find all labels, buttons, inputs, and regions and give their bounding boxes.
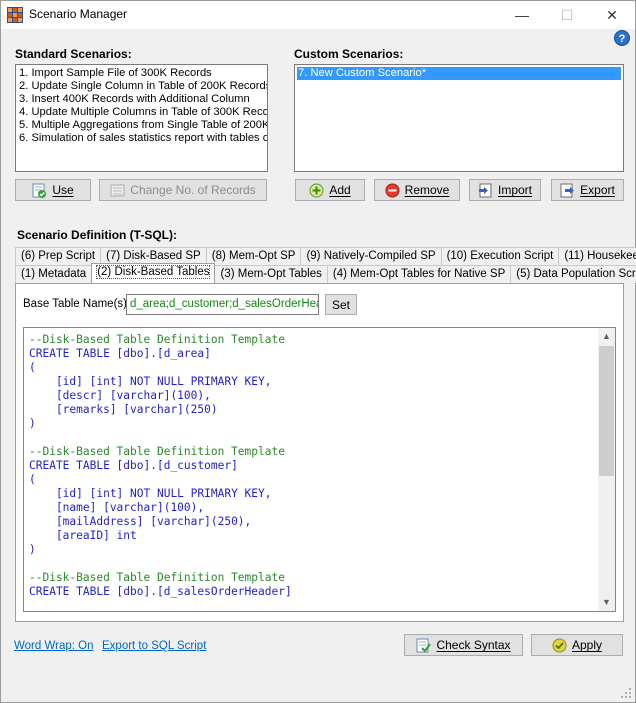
tab-disk-based-tables[interactable]: (2) Disk-Based Tables — [91, 263, 216, 283]
use-check-icon — [32, 183, 47, 198]
change-records-button[interactable]: Change No. of Records — [99, 179, 267, 201]
tab-execution-script[interactable]: (10) Execution Script — [440, 247, 560, 265]
scenario-manager-window: Scenario Manager — ☐ ✕ ? Standard Scenar… — [0, 0, 636, 703]
tab-mem-opt-sp[interactable]: (8) Mem-Opt SP — [205, 247, 302, 265]
apply-button-label: Apply — [571, 638, 603, 652]
tab-row-lower: (1) Metadata (2) Disk-Based Tables (3) M… — [15, 263, 636, 283]
resize-grip-icon[interactable] — [620, 687, 632, 699]
remove-button-label: Remove — [404, 183, 450, 197]
code-line: [name] [varchar](100), — [29, 501, 205, 514]
apply-button[interactable]: Apply — [531, 634, 623, 656]
check-syntax-button[interactable]: Check Syntax — [404, 634, 523, 656]
set-button-label: Set — [331, 297, 350, 312]
export-icon — [560, 183, 575, 197]
tab-metadata[interactable]: (1) Metadata — [15, 265, 93, 283]
code-line: [remarks] [varchar](250) — [29, 403, 218, 416]
export-sql-link[interactable]: Export to SQL Script — [102, 640, 206, 652]
check-syntax-icon — [416, 638, 432, 653]
code-line: ) — [29, 543, 36, 556]
help-icon[interactable]: ? — [614, 30, 630, 46]
apply-check-icon — [552, 638, 567, 652]
code-line: --Disk-Based Table Definition Template — [29, 333, 285, 346]
export-button-label: Export — [580, 183, 615, 197]
list-item[interactable]: 5. Multiple Aggregations from Single Tab… — [18, 119, 267, 132]
code-line: CREATE TABLE [dbo].[d_area] — [29, 347, 211, 360]
code-line: ) — [29, 417, 36, 430]
code-line: ( — [29, 361, 36, 374]
tab-mem-opt-tables-native[interactable]: (4) Mem-Opt Tables for Native SP — [326, 265, 512, 283]
export-button[interactable]: Export — [551, 179, 624, 201]
standard-scenarios-label: Standard Scenarios: — [15, 47, 132, 61]
use-button-label: Use — [52, 183, 74, 197]
close-button[interactable]: ✕ — [589, 1, 635, 29]
list-item[interactable]: 2. Update Single Column in Table of 200K… — [18, 80, 267, 93]
tab-natively-compiled-sp[interactable]: (9) Natively-Compiled SP — [300, 247, 442, 265]
code-line: [id] [int] NOT NULL PRIMARY KEY, — [29, 487, 272, 500]
base-table-input[interactable]: d_area;d_customer;d_salesOrderHeader — [126, 294, 319, 315]
code-line: CREATE TABLE [dbo].[d_salesOrderHeader] — [29, 585, 292, 598]
list-item[interactable]: 1. Import Sample File of 300K Records — [18, 67, 265, 80]
change-records-label: Change No. of Records — [130, 183, 256, 197]
remove-button[interactable]: Remove — [374, 179, 460, 201]
records-icon — [110, 184, 125, 196]
code-line: ( — [29, 473, 36, 486]
minus-icon — [385, 183, 400, 197]
list-item[interactable]: 6. Simulation of sales statistics report… — [18, 132, 267, 145]
tab-data-population-script[interactable]: (5) Data Population Script — [510, 265, 636, 283]
list-item[interactable]: 7. New Custom Scenario* — [297, 67, 621, 80]
check-syntax-label: Check Syntax — [436, 638, 511, 652]
sql-code-editor[interactable]: --Disk-Based Table Definition Template CR… — [23, 327, 616, 612]
code-line: [areaID] int — [29, 529, 137, 542]
import-button-label: Import — [497, 183, 532, 197]
minimize-button[interactable]: — — [499, 1, 545, 29]
scroll-down-icon[interactable]: ▼ — [598, 594, 615, 611]
add-button[interactable]: Add — [295, 179, 365, 201]
scenario-definition-label: Scenario Definition (T-SQL): — [17, 228, 178, 242]
tab-mem-opt-tables[interactable]: (3) Mem-Opt Tables — [214, 265, 328, 283]
window-title: Scenario Manager — [29, 7, 128, 21]
import-icon — [478, 183, 492, 197]
title-bar: Scenario Manager — ☐ ✕ — [1, 1, 635, 29]
import-button[interactable]: Import — [469, 179, 541, 201]
word-wrap-link[interactable]: Word Wrap: On — [14, 640, 93, 652]
list-item[interactable]: 3. Insert 400K Records with Additional C… — [18, 93, 265, 106]
custom-scenarios-label: Custom Scenarios: — [294, 47, 404, 61]
tab-prep-script[interactable]: (6) Prep Script — [15, 247, 102, 265]
code-line: [mailAddress] [varchar](250), — [29, 515, 252, 528]
tab-housekeeping[interactable]: (11) Housekeeping — [558, 247, 636, 265]
code-line: [id] [int] NOT NULL PRIMARY KEY, — [29, 375, 272, 388]
add-button-label: Add — [329, 183, 351, 197]
custom-scenarios-list[interactable]: 7. New Custom Scenario* — [294, 64, 624, 172]
set-button[interactable]: Set — [325, 294, 357, 315]
standard-scenarios-list[interactable]: 1. Import Sample File of 300K Records 2.… — [15, 64, 268, 172]
plus-icon — [309, 183, 324, 197]
maximize-button[interactable]: ☐ — [544, 1, 590, 29]
use-button[interactable]: Use — [15, 179, 91, 201]
app-grid-icon — [7, 7, 23, 23]
code-line: CREATE TABLE [dbo].[d_customer] — [29, 459, 238, 472]
code-line: --Disk-Based Table Definition Template — [29, 571, 285, 584]
code-lines: --Disk-Based Table Definition Template CR… — [29, 333, 292, 599]
code-line: [descr] [varchar](100), — [29, 389, 211, 402]
active-tab-label: (2) Disk-Based Tables — [96, 265, 211, 279]
list-item[interactable]: 4. Update Multiple Columns in Table of 3… — [18, 106, 267, 119]
scrollbar-thumb[interactable] — [599, 346, 614, 476]
code-line: --Disk-Based Table Definition Template — [29, 445, 285, 458]
base-table-label: Base Table Name(s): — [23, 298, 131, 310]
vertical-scrollbar[interactable]: ▲ ▼ — [598, 328, 615, 611]
scroll-up-icon[interactable]: ▲ — [598, 328, 615, 345]
